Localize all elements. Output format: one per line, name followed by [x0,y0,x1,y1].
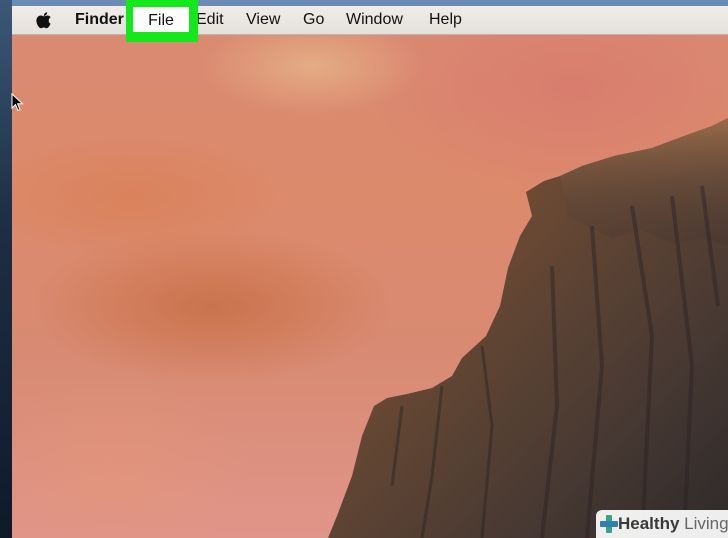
watermark-brand-part2: Living [684,514,728,533]
screen: Finder File Edit View Go Window Help Hea… [0,0,728,538]
menu-view[interactable]: View [246,6,280,34]
menu-file-label: File [148,12,174,29]
apple-logo-icon [36,12,51,29]
watermark-brand-part1: Healthy [618,514,680,533]
watermark-badge: Healthy Living [596,510,728,538]
mountain-cliff [328,118,728,538]
menu-go[interactable]: Go [303,6,324,34]
file-menu-highlight: File [126,0,198,42]
watermark-text: Healthy Living [618,510,728,538]
screen-left-edge [0,0,12,538]
menu-file[interactable]: File [133,7,189,32]
arrow-cursor-icon [11,93,24,112]
menu-window[interactable]: Window [346,6,403,34]
menu-finder[interactable]: Finder [75,6,124,34]
plus-cross-icon [600,515,618,533]
menu-bar: Finder File Edit View Go Window Help [12,0,728,42]
desktop-wallpaper [12,6,728,538]
apple-menu[interactable] [36,6,54,34]
menu-help[interactable]: Help [429,6,462,34]
menu-edit[interactable]: Edit [196,6,224,34]
